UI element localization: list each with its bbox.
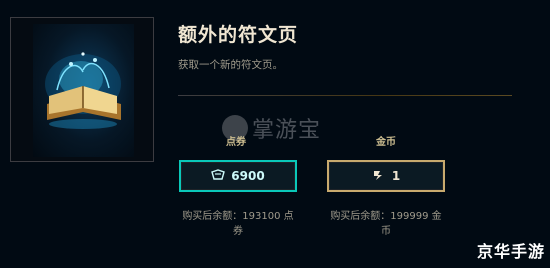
item-image-frame [10, 17, 154, 162]
buy-with-rp-button[interactable]: 6900 [179, 160, 297, 192]
section-divider [178, 95, 512, 96]
corner-watermark: 京华手游 [476, 242, 545, 261]
rp-balance-after: 购买后余额：193100 点券 [182, 211, 294, 237]
watermark-text: 掌游宝 [252, 118, 322, 143]
item-description: 获取一个新的符文页。 [178, 59, 283, 71]
buy-with-be-button[interactable]: 1 [327, 160, 445, 192]
page-title: 额外的符文页 [178, 24, 299, 46]
rp-price: 6900 [231, 169, 265, 183]
be-price: 1 [391, 169, 401, 183]
be-currency-label: 金币 [376, 137, 396, 148]
be-balance-after: 购买后余额：199999 金币 [330, 211, 442, 237]
blue-essence-icon [372, 169, 386, 184]
rp-currency-label: 点券 [226, 137, 246, 148]
rp-coin-icon [211, 168, 226, 184]
rune-book-image [33, 24, 134, 157]
